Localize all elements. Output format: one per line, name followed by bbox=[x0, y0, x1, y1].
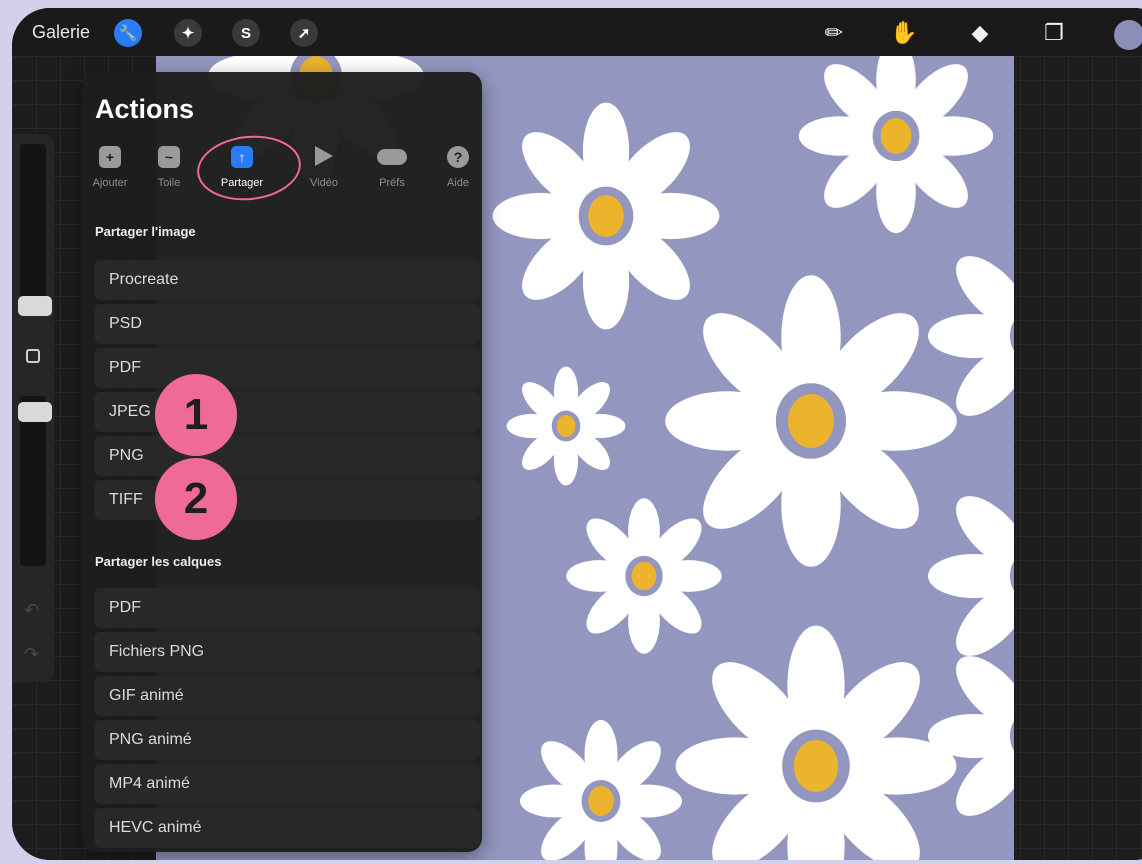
option-animated-hevc[interactable]: HEVC animé bbox=[94, 808, 480, 848]
left-sidebar: ↶ ↷ bbox=[12, 134, 54, 682]
tab-prefs[interactable]: Préfs bbox=[362, 146, 422, 206]
option-jpeg[interactable]: JPEG bbox=[94, 392, 480, 432]
tab-label: Aide bbox=[446, 177, 470, 189]
wrench-icon[interactable]: 🔧 bbox=[114, 19, 142, 47]
ipad-screen: Galerie 🔧 ✦ S ➚ ✏ ✋ ◆ ❐ ↶ ↷ Actions + Aj… bbox=[12, 8, 1142, 860]
option-png[interactable]: PNG bbox=[94, 436, 480, 476]
color-icon[interactable] bbox=[1114, 20, 1142, 50]
brush-size-thumb[interactable] bbox=[18, 296, 52, 316]
play-icon bbox=[315, 146, 333, 166]
gallery-button[interactable]: Galerie bbox=[32, 22, 90, 43]
tab-ajouter[interactable]: + Ajouter bbox=[80, 146, 140, 206]
option-animated-gif[interactable]: GIF animé bbox=[94, 676, 480, 716]
share-layers-heading: Partager les calques bbox=[95, 554, 222, 569]
add-icon: + bbox=[99, 146, 121, 168]
brush-size-slider[interactable] bbox=[20, 144, 46, 314]
brush-icon[interactable]: ✏ bbox=[820, 20, 848, 46]
annotation-badge-2: 2 bbox=[155, 458, 237, 540]
top-toolbar: Galerie 🔧 ✦ S ➚ ✏ ✋ ◆ ❐ bbox=[12, 8, 1142, 56]
help-icon: ? bbox=[447, 146, 469, 168]
option-tiff[interactable]: TIFF bbox=[94, 480, 480, 520]
tab-label: Préfs bbox=[379, 177, 405, 189]
tab-aide[interactable]: ? Aide bbox=[428, 146, 488, 206]
share-image-heading: Partager l'image bbox=[95, 224, 196, 239]
option-animated-png[interactable]: PNG animé bbox=[94, 720, 480, 760]
tab-label: Vidéo bbox=[310, 177, 338, 189]
tab-label: Toile bbox=[157, 177, 181, 189]
option-animated-mp4[interactable]: MP4 animé bbox=[94, 764, 480, 804]
transform-arrow-icon[interactable]: ➚ bbox=[290, 19, 318, 47]
undo-icon[interactable]: ↶ bbox=[24, 600, 39, 621]
canvas-icon: ~ bbox=[158, 146, 180, 168]
tab-toile[interactable]: ~ Toile bbox=[139, 146, 199, 206]
option-layers-pdf[interactable]: PDF bbox=[94, 588, 480, 628]
actions-panel: Actions + Ajouter ~ Toile ↑ Partager Vid… bbox=[82, 72, 482, 852]
option-pdf[interactable]: PDF bbox=[94, 348, 480, 388]
layers-icon[interactable]: ❐ bbox=[1040, 20, 1068, 46]
redo-icon[interactable]: ↷ bbox=[24, 644, 39, 665]
tab-label: Ajouter bbox=[92, 177, 128, 189]
option-png-files[interactable]: Fichiers PNG bbox=[94, 632, 480, 672]
opacity-thumb[interactable] bbox=[18, 402, 52, 422]
magic-wand-icon[interactable]: ✦ bbox=[174, 19, 202, 47]
panel-title: Actions bbox=[95, 94, 195, 124]
modify-square-icon[interactable] bbox=[26, 349, 40, 363]
eraser-icon[interactable]: ◆ bbox=[966, 20, 994, 46]
selection-icon[interactable]: S bbox=[232, 19, 260, 47]
smudge-icon[interactable]: ✋ bbox=[890, 20, 918, 46]
tab-video[interactable]: Vidéo bbox=[294, 146, 354, 206]
option-procreate[interactable]: Procreate bbox=[94, 260, 480, 300]
toggle-icon bbox=[377, 149, 407, 165]
option-psd[interactable]: PSD bbox=[94, 304, 480, 344]
annotation-badge-1: 1 bbox=[155, 374, 237, 456]
